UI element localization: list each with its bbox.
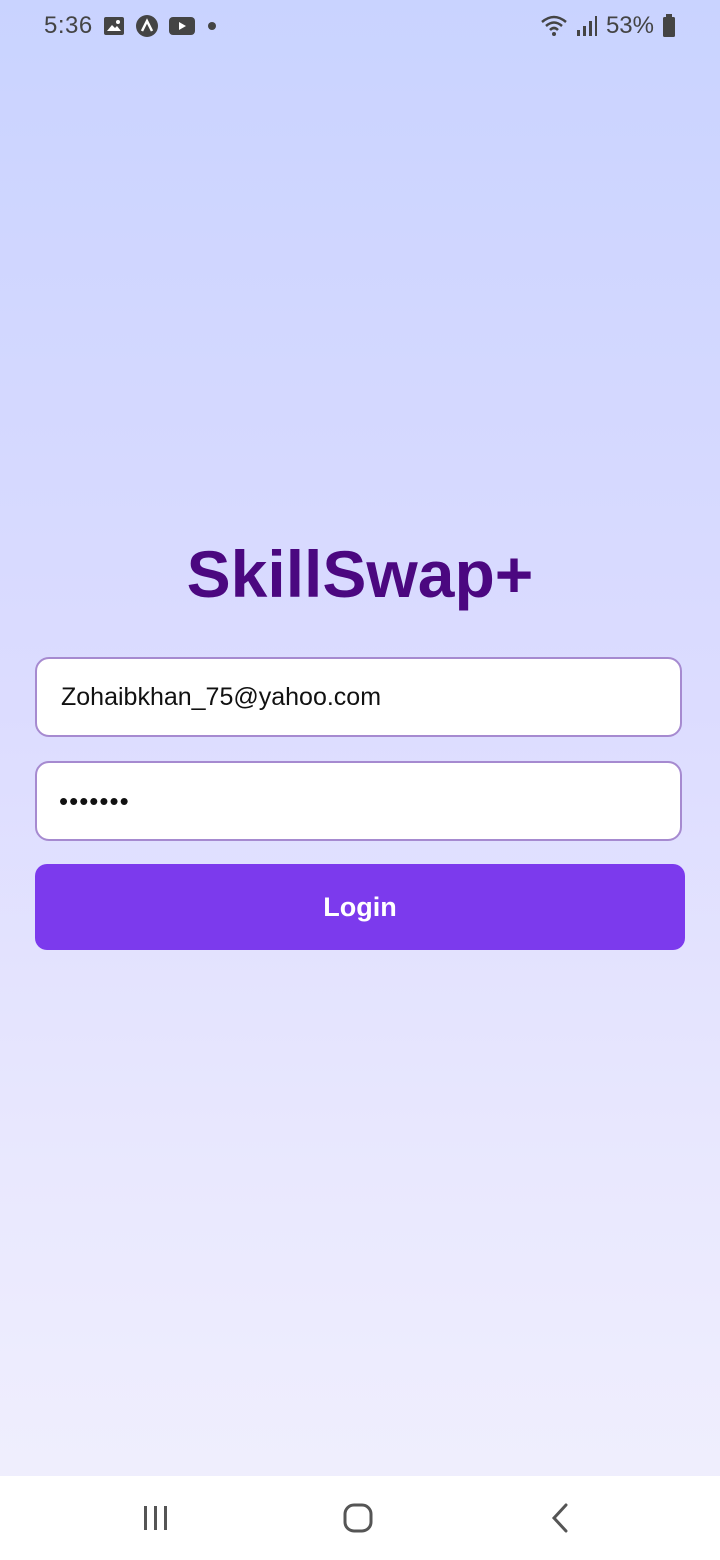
wifi-icon: [540, 14, 568, 38]
recents-icon: [141, 1504, 171, 1532]
back-icon: [549, 1503, 571, 1533]
recents-button[interactable]: [96, 1476, 216, 1560]
status-time: 5:36: [44, 12, 93, 39]
email-field[interactable]: [35, 657, 682, 737]
battery-icon: [662, 14, 676, 38]
youtube-icon: [168, 17, 195, 35]
password-input[interactable]: •••••••: [59, 786, 130, 817]
back-button[interactable]: [500, 1476, 620, 1560]
status-right: 53%: [540, 12, 676, 40]
password-field[interactable]: •••••••: [35, 761, 682, 841]
login-button[interactable]: Login: [35, 864, 685, 950]
email-input[interactable]: [59, 681, 680, 713]
home-icon: [342, 1502, 374, 1534]
gallery-icon: [103, 16, 125, 36]
status-bar: 5:36 53%: [0, 0, 720, 56]
app-title: SkillSwap+: [186, 537, 534, 611]
battery-percent: 53%: [605, 12, 654, 39]
app-notification-icon: [135, 14, 159, 38]
signal-icon: [576, 15, 598, 37]
dot-icon: [205, 19, 219, 33]
status-left: 5:36: [44, 12, 219, 40]
home-button[interactable]: [298, 1476, 418, 1560]
navigation-bar: [0, 1476, 720, 1560]
